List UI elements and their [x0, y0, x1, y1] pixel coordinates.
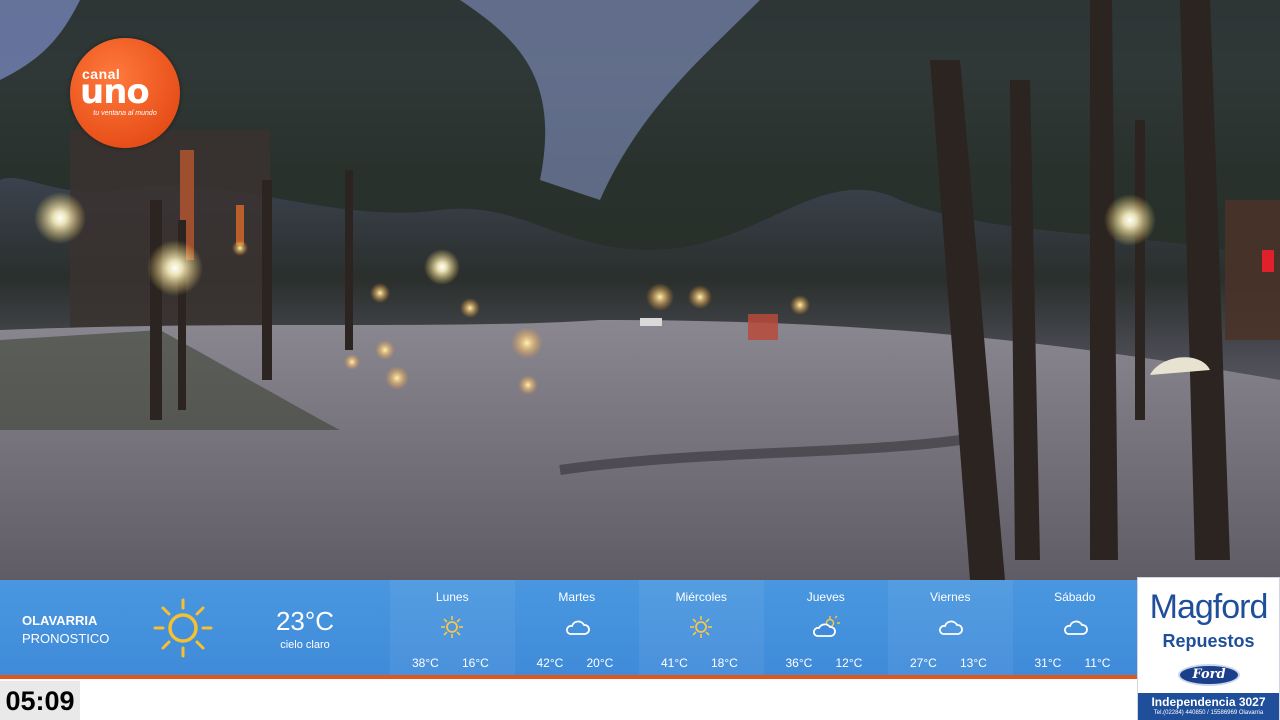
- sun-icon: [690, 616, 713, 638]
- day-name: Sábado: [1054, 590, 1096, 604]
- day-max-temp: 36°C: [785, 656, 813, 670]
- ad-brand: Magford: [1149, 588, 1269, 626]
- day-max-temp: 42°C: [536, 656, 564, 670]
- day-name: Martes: [558, 590, 596, 604]
- forecast-day: Miércoles 41°C 18°C: [639, 580, 764, 675]
- day-max-temp: 38°C: [412, 656, 439, 670]
- day-min-temp: 11°C: [1084, 656, 1111, 670]
- partly-cloudy-icon: [812, 615, 840, 637]
- sun-icon: [441, 616, 464, 638]
- logo-tagline: tu ventana al mundo: [93, 110, 157, 117]
- camera-feed: canal uno tu ventana al mundo: [0, 0, 1280, 580]
- day-name: Viernes: [930, 590, 971, 604]
- cloud-icon: [565, 620, 590, 635]
- forecast-days: Lunes 38°C 16°C Martes 42°C 20°C Miércol…: [390, 580, 1137, 675]
- day-max-temp: 31°C: [1034, 656, 1062, 670]
- ad-phone: Tel.(02284) 440850 / 15586969 Olavarria: [1153, 710, 1264, 716]
- forecast-day: Sábado 31°C 11°C: [1013, 580, 1138, 675]
- ad-tagline: Repuestos: [1162, 631, 1255, 651]
- city-name: OLAVARRIA: [22, 613, 98, 628]
- sponsor-ad: Magford Repuestos Ford Independencia 302…: [1137, 577, 1280, 720]
- day-name: Lunes: [435, 590, 469, 604]
- clock: 05:09: [0, 681, 80, 720]
- logo-text-uno: uno: [80, 72, 150, 112]
- forecast-day: Viernes 27°C 13°C: [888, 580, 1013, 675]
- day-min-temp: 12°C: [835, 656, 863, 670]
- channel-logo: canal uno tu ventana al mundo: [70, 38, 180, 148]
- day-min-temp: 20°C: [586, 656, 614, 670]
- day-min-temp: 13°C: [960, 656, 987, 670]
- day-max-temp: 27°C: [910, 656, 937, 670]
- current-temperature: 23°C: [275, 606, 335, 636]
- forecast-day: Jueves 36°C 12°C: [764, 580, 889, 675]
- current-condition: cielo claro: [280, 639, 330, 651]
- ad-address: Independencia 3027: [1151, 695, 1266, 709]
- day-max-temp: 41°C: [661, 656, 688, 670]
- bottom-ticker-strip: [0, 679, 1137, 720]
- cloud-icon: [1063, 620, 1088, 635]
- ford-logo: Ford: [1178, 664, 1240, 686]
- sun-icon: [153, 598, 213, 658]
- forecast-day: Lunes 38°C 16°C: [390, 580, 515, 675]
- forecast-label: PRONOSTICO: [22, 631, 110, 646]
- day-min-temp: 18°C: [711, 656, 738, 670]
- day-name: Jueves: [806, 590, 845, 604]
- street-scene-illustration: [0, 0, 1280, 580]
- ad-contact-strip: Independencia 3027 Tel.(02284) 440850 / …: [1138, 693, 1279, 720]
- day-name: Miércoles: [675, 590, 727, 604]
- cloud-icon: [939, 620, 964, 635]
- day-min-temp: 16°C: [462, 656, 489, 670]
- forecast-day: Martes 42°C 20°C: [515, 580, 640, 675]
